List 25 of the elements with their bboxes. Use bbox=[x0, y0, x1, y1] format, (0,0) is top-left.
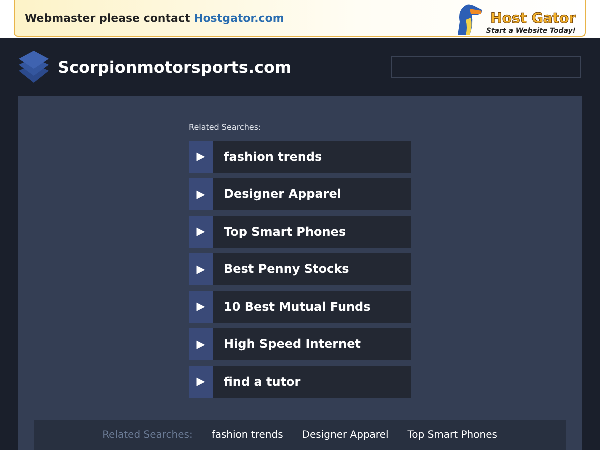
footer-link[interactable]: fashion trends bbox=[212, 430, 284, 440]
footer-label: Related Searches: bbox=[102, 430, 193, 440]
search-link[interactable]: Designer Apparel bbox=[213, 178, 411, 210]
logo-name: Host Gator bbox=[490, 12, 576, 26]
hostgator-link[interactable]: Hostgator.com bbox=[194, 12, 284, 24]
search-field[interactable] bbox=[391, 56, 581, 78]
play-icon[interactable]: ▶ bbox=[189, 290, 213, 322]
contact-message: Webmaster please contact Hostgator.com bbox=[25, 12, 284, 24]
search-link[interactable]: Top Smart Phones bbox=[213, 216, 411, 248]
footer-link[interactable]: Designer Apparel bbox=[302, 430, 389, 440]
search-link[interactable]: find a tutor bbox=[213, 366, 411, 398]
play-icon[interactable]: ▶ bbox=[189, 366, 213, 398]
footer-link[interactable]: Top Smart Phones bbox=[408, 430, 498, 440]
play-icon[interactable]: ▶ bbox=[189, 328, 213, 360]
play-icon[interactable]: ▶ bbox=[189, 253, 213, 285]
site-title: Scorpionmotorsports.com bbox=[58, 58, 292, 76]
play-icon[interactable]: ▶ bbox=[189, 178, 213, 210]
search-link[interactable]: 10 Best Mutual Funds bbox=[213, 290, 411, 322]
play-icon[interactable]: ▶ bbox=[189, 216, 213, 248]
search-link[interactable]: High Speed Internet bbox=[213, 328, 411, 360]
play-icon[interactable]: ▶ bbox=[189, 140, 213, 172]
search-link[interactable]: Best Penny Stocks bbox=[213, 253, 411, 285]
search-link[interactable]: fashion trends bbox=[213, 140, 411, 172]
related-searches-label: Related Searches: bbox=[189, 123, 262, 132]
layers-icon bbox=[18, 50, 50, 84]
